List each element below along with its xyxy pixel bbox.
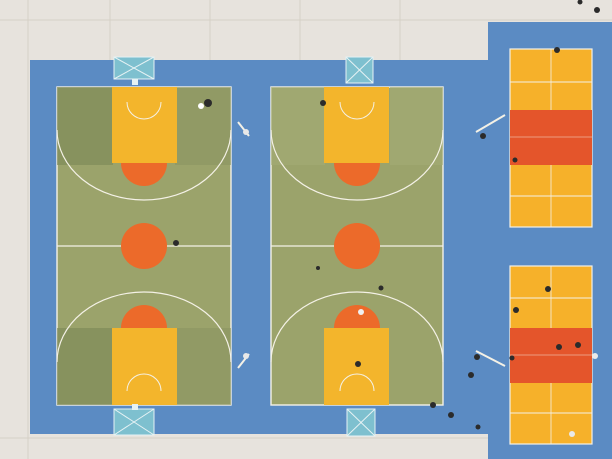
hoop-left-bottom <box>113 404 155 436</box>
volleyball-court-bottom-right <box>509 265 593 445</box>
basketball-court-left <box>56 86 232 406</box>
basketball-court-center <box>270 86 444 406</box>
hoop-center-bottom <box>346 408 376 437</box>
volleyball-court-top-right <box>509 48 593 228</box>
hoop-center-top <box>345 56 374 84</box>
aerial-sports-courts-photo <box>0 0 612 459</box>
